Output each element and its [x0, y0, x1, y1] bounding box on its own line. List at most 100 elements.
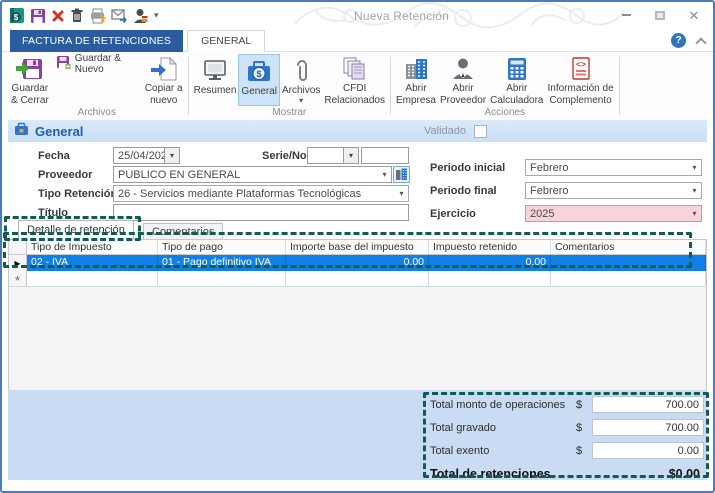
- grid-new-row[interactable]: *: [9, 271, 706, 287]
- cell-impuesto-retenido[interactable]: 0.00: [429, 255, 551, 271]
- periodo-inicial-field[interactable]: Febrero ▾: [525, 159, 702, 176]
- briefcase-small-icon: [14, 122, 29, 140]
- cfdi-relacionados-button[interactable]: CFDI Relacionados: [322, 54, 387, 106]
- empty-cell[interactable]: [158, 271, 286, 286]
- complement-xml-icon: <>: [568, 57, 594, 81]
- validado-checkbox[interactable]: [474, 124, 487, 138]
- cell-tipo-pago[interactable]: 01 - Pago definitivo IVA: [158, 255, 286, 271]
- total-gravado-row: Total gravado $ 700.00: [430, 419, 704, 436]
- svg-text:<>: <>: [576, 59, 586, 69]
- retencion-detail-grid: Tipo de Impuesto Tipo de pago Importe ba…: [8, 239, 707, 390]
- fecha-label: Fecha: [38, 150, 70, 162]
- save-icon[interactable]: [30, 7, 46, 24]
- tipo-retencion-value: 26 - Servicios mediante Plataformas Tecn…: [118, 187, 362, 200]
- section-title: General: [35, 123, 84, 139]
- ejercicio-value: 2025: [530, 207, 555, 220]
- ejercicio-field[interactable]: 2025 ▾: [525, 205, 702, 222]
- numero-input[interactable]: [362, 148, 408, 163]
- grid-selector-header: [9, 240, 27, 254]
- currency-symbol: $: [576, 398, 583, 411]
- tipo-retencion-label: Tipo Retención: [38, 188, 118, 200]
- empty-cell[interactable]: [429, 271, 551, 286]
- documents-stack-icon: [341, 57, 368, 81]
- qat-overflow-icon[interactable]: ▾: [154, 10, 159, 21]
- tipo-retencion-field[interactable]: 26 - Servicios mediante Plataformas Tecn…: [113, 185, 409, 202]
- empty-cell[interactable]: [551, 271, 706, 286]
- copiar-a-nuevo-button[interactable]: Copiar a nuevo: [143, 54, 185, 106]
- ribbon-separator: [187, 57, 189, 115]
- abrir-empresa-button[interactable]: Abrir Empresa: [394, 54, 438, 106]
- abrir-calculadora-button[interactable]: Abrir Calculadora: [488, 54, 545, 106]
- abrir-empresa-label: Abrir Empresa: [395, 83, 436, 106]
- close-button[interactable]: ✕: [683, 7, 705, 23]
- save-close-icon: [16, 57, 43, 81]
- cfdi-relacionados-label: CFDI Relacionados: [324, 83, 385, 106]
- ejercicio-label: Ejercicio: [430, 208, 476, 220]
- delete-icon[interactable]: [51, 7, 65, 24]
- briefcase-dollar-icon: $: [246, 58, 272, 84]
- col-importe-base[interactable]: Importe base del impuesto: [286, 240, 429, 254]
- total-exento-value[interactable]: 0.00: [592, 442, 704, 459]
- numero-field[interactable]: [361, 147, 409, 164]
- total-gravado-value[interactable]: 700.00: [592, 419, 704, 436]
- trash-icon[interactable]: [70, 7, 84, 24]
- col-comentarios[interactable]: Comentarios: [551, 240, 706, 254]
- ribbon-tab-row: FACTURA DE RETENCIONES GENERAL ?: [2, 30, 713, 52]
- dropdown-icon[interactable]: ▾: [688, 163, 701, 172]
- fecha-value: 25/04/2025: [118, 149, 164, 162]
- col-tipo-de-impuesto[interactable]: Tipo de Impuesto: [27, 240, 158, 254]
- ribbon-separator: [618, 57, 620, 115]
- cell-importe-base[interactable]: 0.00: [286, 255, 429, 271]
- empty-cell[interactable]: [27, 271, 158, 286]
- ribbon-group-acciones: Abrir Empresa Abrir Proveedor Abrir Calc…: [393, 54, 617, 120]
- user-icon[interactable]: [133, 7, 148, 24]
- dropdown-icon[interactable]: ▾: [378, 170, 391, 179]
- dropdown-icon[interactable]: ▾: [343, 148, 358, 163]
- maximize-button[interactable]: [649, 7, 671, 23]
- tab-general[interactable]: GENERAL: [187, 30, 266, 52]
- dropdown-icon[interactable]: ▾: [688, 186, 701, 195]
- serie-field[interactable]: ▾: [307, 147, 359, 164]
- collapse-ribbon-icon[interactable]: [695, 36, 707, 49]
- general-label: General: [241, 86, 277, 97]
- proveedor-field[interactable]: PÚBLICO EN GENERAL ▾: [113, 166, 392, 183]
- abrir-proveedor-button[interactable]: Abrir Proveedor: [438, 54, 488, 106]
- col-impuesto-retenido[interactable]: Impuesto retenido: [429, 240, 551, 254]
- grid-header-row: Tipo de Impuesto Tipo de pago Importe ba…: [9, 239, 706, 255]
- cell-tipo-impuesto[interactable]: 02 - IVA: [27, 255, 158, 271]
- print-icon[interactable]: [89, 7, 106, 24]
- general-button[interactable]: $ General: [238, 54, 280, 106]
- archivos-button[interactable]: Archivos ▾: [280, 54, 322, 106]
- total-monto-operaciones-value[interactable]: 700.00: [592, 396, 704, 413]
- cell-comentarios[interactable]: [551, 255, 706, 271]
- help-icon[interactable]: ?: [671, 33, 686, 48]
- dropdown-icon[interactable]: ▾: [395, 189, 408, 198]
- ribbon-group-archivos: Guardar & Cerrar Guardar & Nuevo Copiar …: [8, 53, 186, 120]
- titulo-field[interactable]: [113, 204, 409, 221]
- titulo-label: Título: [38, 207, 68, 219]
- periodo-final-field[interactable]: Febrero ▾: [525, 182, 702, 199]
- tab-detalle-de-retencion[interactable]: Detalle de retención: [18, 220, 134, 240]
- minimize-button[interactable]: [615, 7, 637, 23]
- resumen-button[interactable]: Resumen: [192, 54, 239, 106]
- empty-cell[interactable]: [286, 271, 429, 286]
- buildings-icon: [403, 57, 429, 81]
- total-retenciones-label: Total de retenciones: [430, 466, 551, 481]
- fecha-field[interactable]: 25/04/2025 ▾: [113, 147, 180, 164]
- guardar-cerrar-button[interactable]: Guardar & Cerrar: [9, 54, 51, 106]
- informacion-de-complemento-button[interactable]: <> Información de Complemento: [546, 54, 616, 106]
- grid-row-selected[interactable]: ▶ 02 - IVA 01 - Pago definitivo IVA 0.00…: [9, 255, 706, 271]
- total-exento-label: Total exento: [430, 444, 490, 457]
- dropdown-icon[interactable]: ▾: [164, 148, 179, 163]
- open-proveedor-lookup-button[interactable]: [393, 166, 410, 183]
- tab-factura-de-retenciones[interactable]: FACTURA DE RETENCIONES: [10, 30, 184, 52]
- mail-icon[interactable]: [111, 7, 128, 24]
- tab-comentarios[interactable]: Comentarios: [143, 223, 224, 240]
- col-tipo-de-pago[interactable]: Tipo de pago: [158, 240, 286, 254]
- save-new-icon: [56, 55, 71, 73]
- titulo-input[interactable]: [114, 205, 408, 220]
- window-title: Nueva Retención: [354, 9, 450, 23]
- nueva-retencion-window: $ ▾ Nueva Retención ✕ FACTURA DE RETENCI…: [0, 0, 715, 493]
- guardar-nuevo-button[interactable]: Guardar & Nuevo: [51, 53, 143, 75]
- dropdown-icon[interactable]: ▾: [688, 209, 701, 218]
